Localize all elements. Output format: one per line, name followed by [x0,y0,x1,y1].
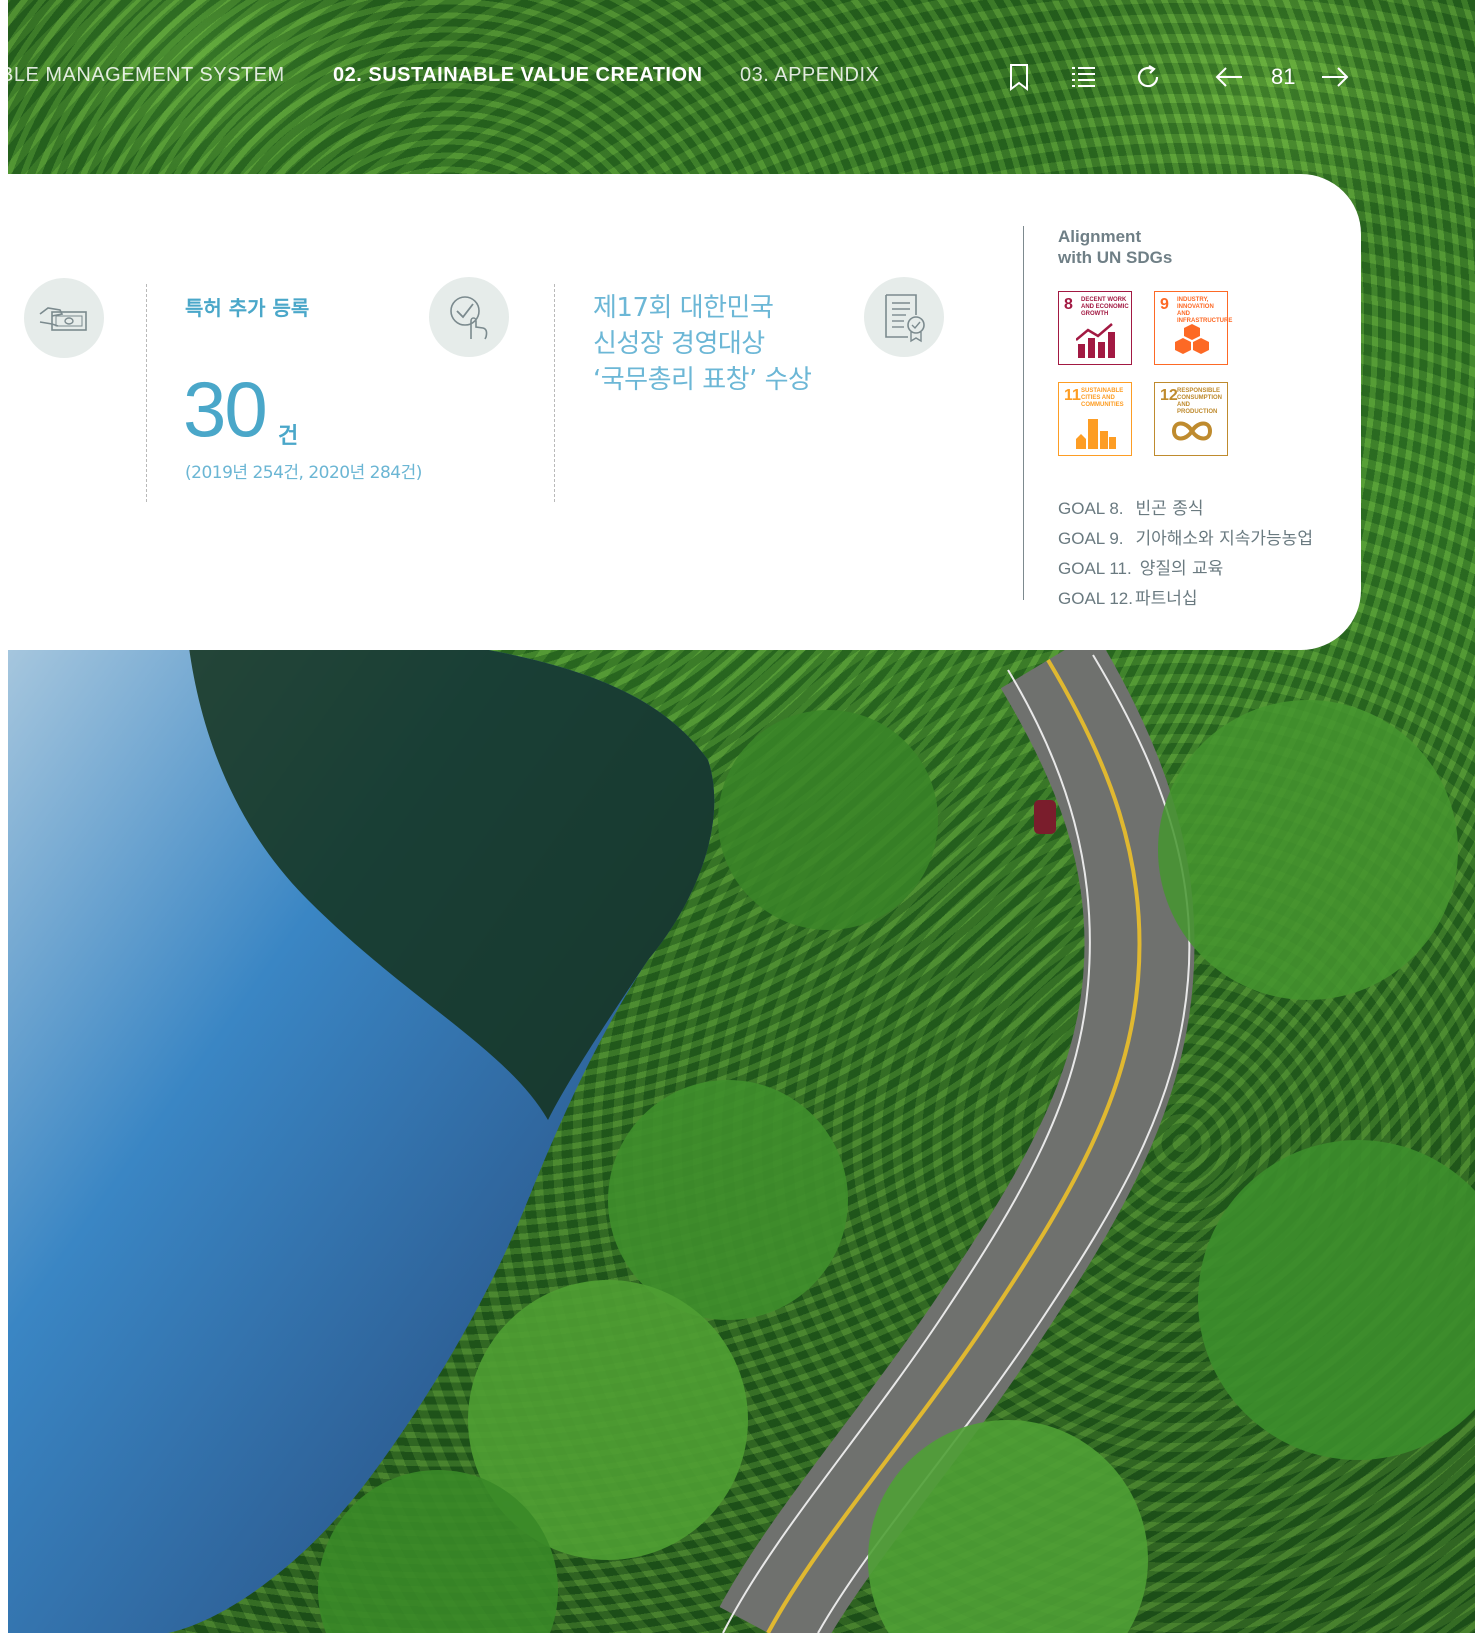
nav-appendix[interactable]: 03. APPENDIX [740,64,879,87]
list-icon[interactable] [1068,62,1098,92]
divider-dotted-2 [554,284,555,502]
patent-title: 특허 추가 등록 [185,296,310,320]
nav-sustainable-value-creation[interactable]: 02. SUSTAINABLE VALUE CREATION [333,64,702,87]
goal-label: GOAL 8. [1058,499,1124,518]
page-number: 81 [1271,64,1296,89]
bookmark-icon[interactable] [1004,62,1034,92]
divider-dotted-1 [146,284,147,502]
money-hand-icon [39,307,87,331]
check-touch-icon [450,296,488,340]
sdg-heading: Alignment with UN SDGs [1058,226,1172,268]
award-line-1: 제17회 대한민국 [593,293,774,323]
arrow-right-icon[interactable] [1320,62,1350,92]
sdg-tile-number: 11 [1064,387,1081,404]
sdg-tile-caption: DECENT WORK AND ECONOMIC GROWTH [1081,297,1129,317]
sdg-tile-number: 9 [1160,296,1169,313]
goal-label: GOAL 12. [1058,589,1133,608]
certificate-icon-circle [864,277,944,357]
sdg-tile-caption: INDUSTRY, INNOVATION AND INFRASTRUCTURE [1177,297,1233,324]
sdg-tile-9: 9 INDUSTRY, INNOVATION AND INFRASTRUCTUR… [1154,291,1233,365]
sdg-tile-8: 8 DECENT WORK AND ECONOMIC GROWTH [1058,291,1132,365]
sdg-divider [1023,226,1024,600]
sdg-heading-line-2: with UN SDGs [1058,248,1173,267]
sdg-tile-number: 12 [1160,387,1178,404]
arrow-left-icon[interactable] [1214,62,1244,92]
top-navigation: BLE MANAGEMENT SYSTEM 02. SUSTAINABLE VA… [0,56,1475,96]
award-line-2: 신성장 경영대상 [593,329,765,359]
award-line-3: ‘국무총리 표창’ 수상 [593,365,812,395]
goal-text: 빈곤 종식 [1135,499,1204,519]
goal-row: GOAL 9. 기아해소와 지속가능농업 [1058,524,1313,554]
sdg-tile-caption: SUSTAINABLE CITIES AND COMMUNITIES [1081,388,1124,408]
cubes-icon [1175,324,1209,354]
infinity-icon [1171,421,1213,441]
goal-row: GOAL 8. 빈곤 종식 [1058,494,1313,524]
goal-text: 파트너십 [1134,589,1198,609]
goal-text: 양질의 교육 [1139,559,1224,579]
sdg-tile-caption: RESPONSIBLE CONSUMPTION AND PRODUCTION [1177,388,1222,415]
goal-row: GOAL 11. 양질의 교육 [1058,554,1313,584]
patent-count: 30 [183,365,268,453]
goal-label: GOAL 9. [1058,529,1124,548]
patent-unit: 건 [278,424,299,449]
goal-text: 기아해소와 지속가능농업 [1135,529,1313,549]
patent-icon-circle [24,278,104,358]
city-icon [1076,419,1116,449]
sdg-tile-12: 12 RESPONSIBLE CONSUMPTION AND PRODUCTIO… [1154,382,1228,456]
certificate-icon [885,294,925,343]
award-text: 제17회 대한민국 신성장 경영대상 ‘국무총리 표창’ 수상 [593,290,812,398]
sdg-heading-line-1: Alignment [1058,227,1142,246]
goal-row: GOAL 12. 파트너십 [1058,584,1313,614]
award-icon-circle [429,277,509,357]
growth-chart-icon [1076,323,1115,358]
patent-breakdown-note: (2019년 254건, 2020년 284건) [185,463,422,483]
nav-management-system[interactable]: BLE MANAGEMENT SYSTEM [0,64,285,87]
refresh-icon[interactable] [1133,62,1163,92]
sdg-goal-list: GOAL 8. 빈곤 종식 GOAL 9. 기아해소와 지속가능농업 GOAL 11… [1058,494,1313,614]
goal-label: GOAL 11. [1058,559,1132,578]
sdg-tile-11: 11 SUSTAINABLE CITIES AND COMMUNITIES [1058,382,1132,456]
sdg-tile-number: 8 [1064,296,1073,313]
